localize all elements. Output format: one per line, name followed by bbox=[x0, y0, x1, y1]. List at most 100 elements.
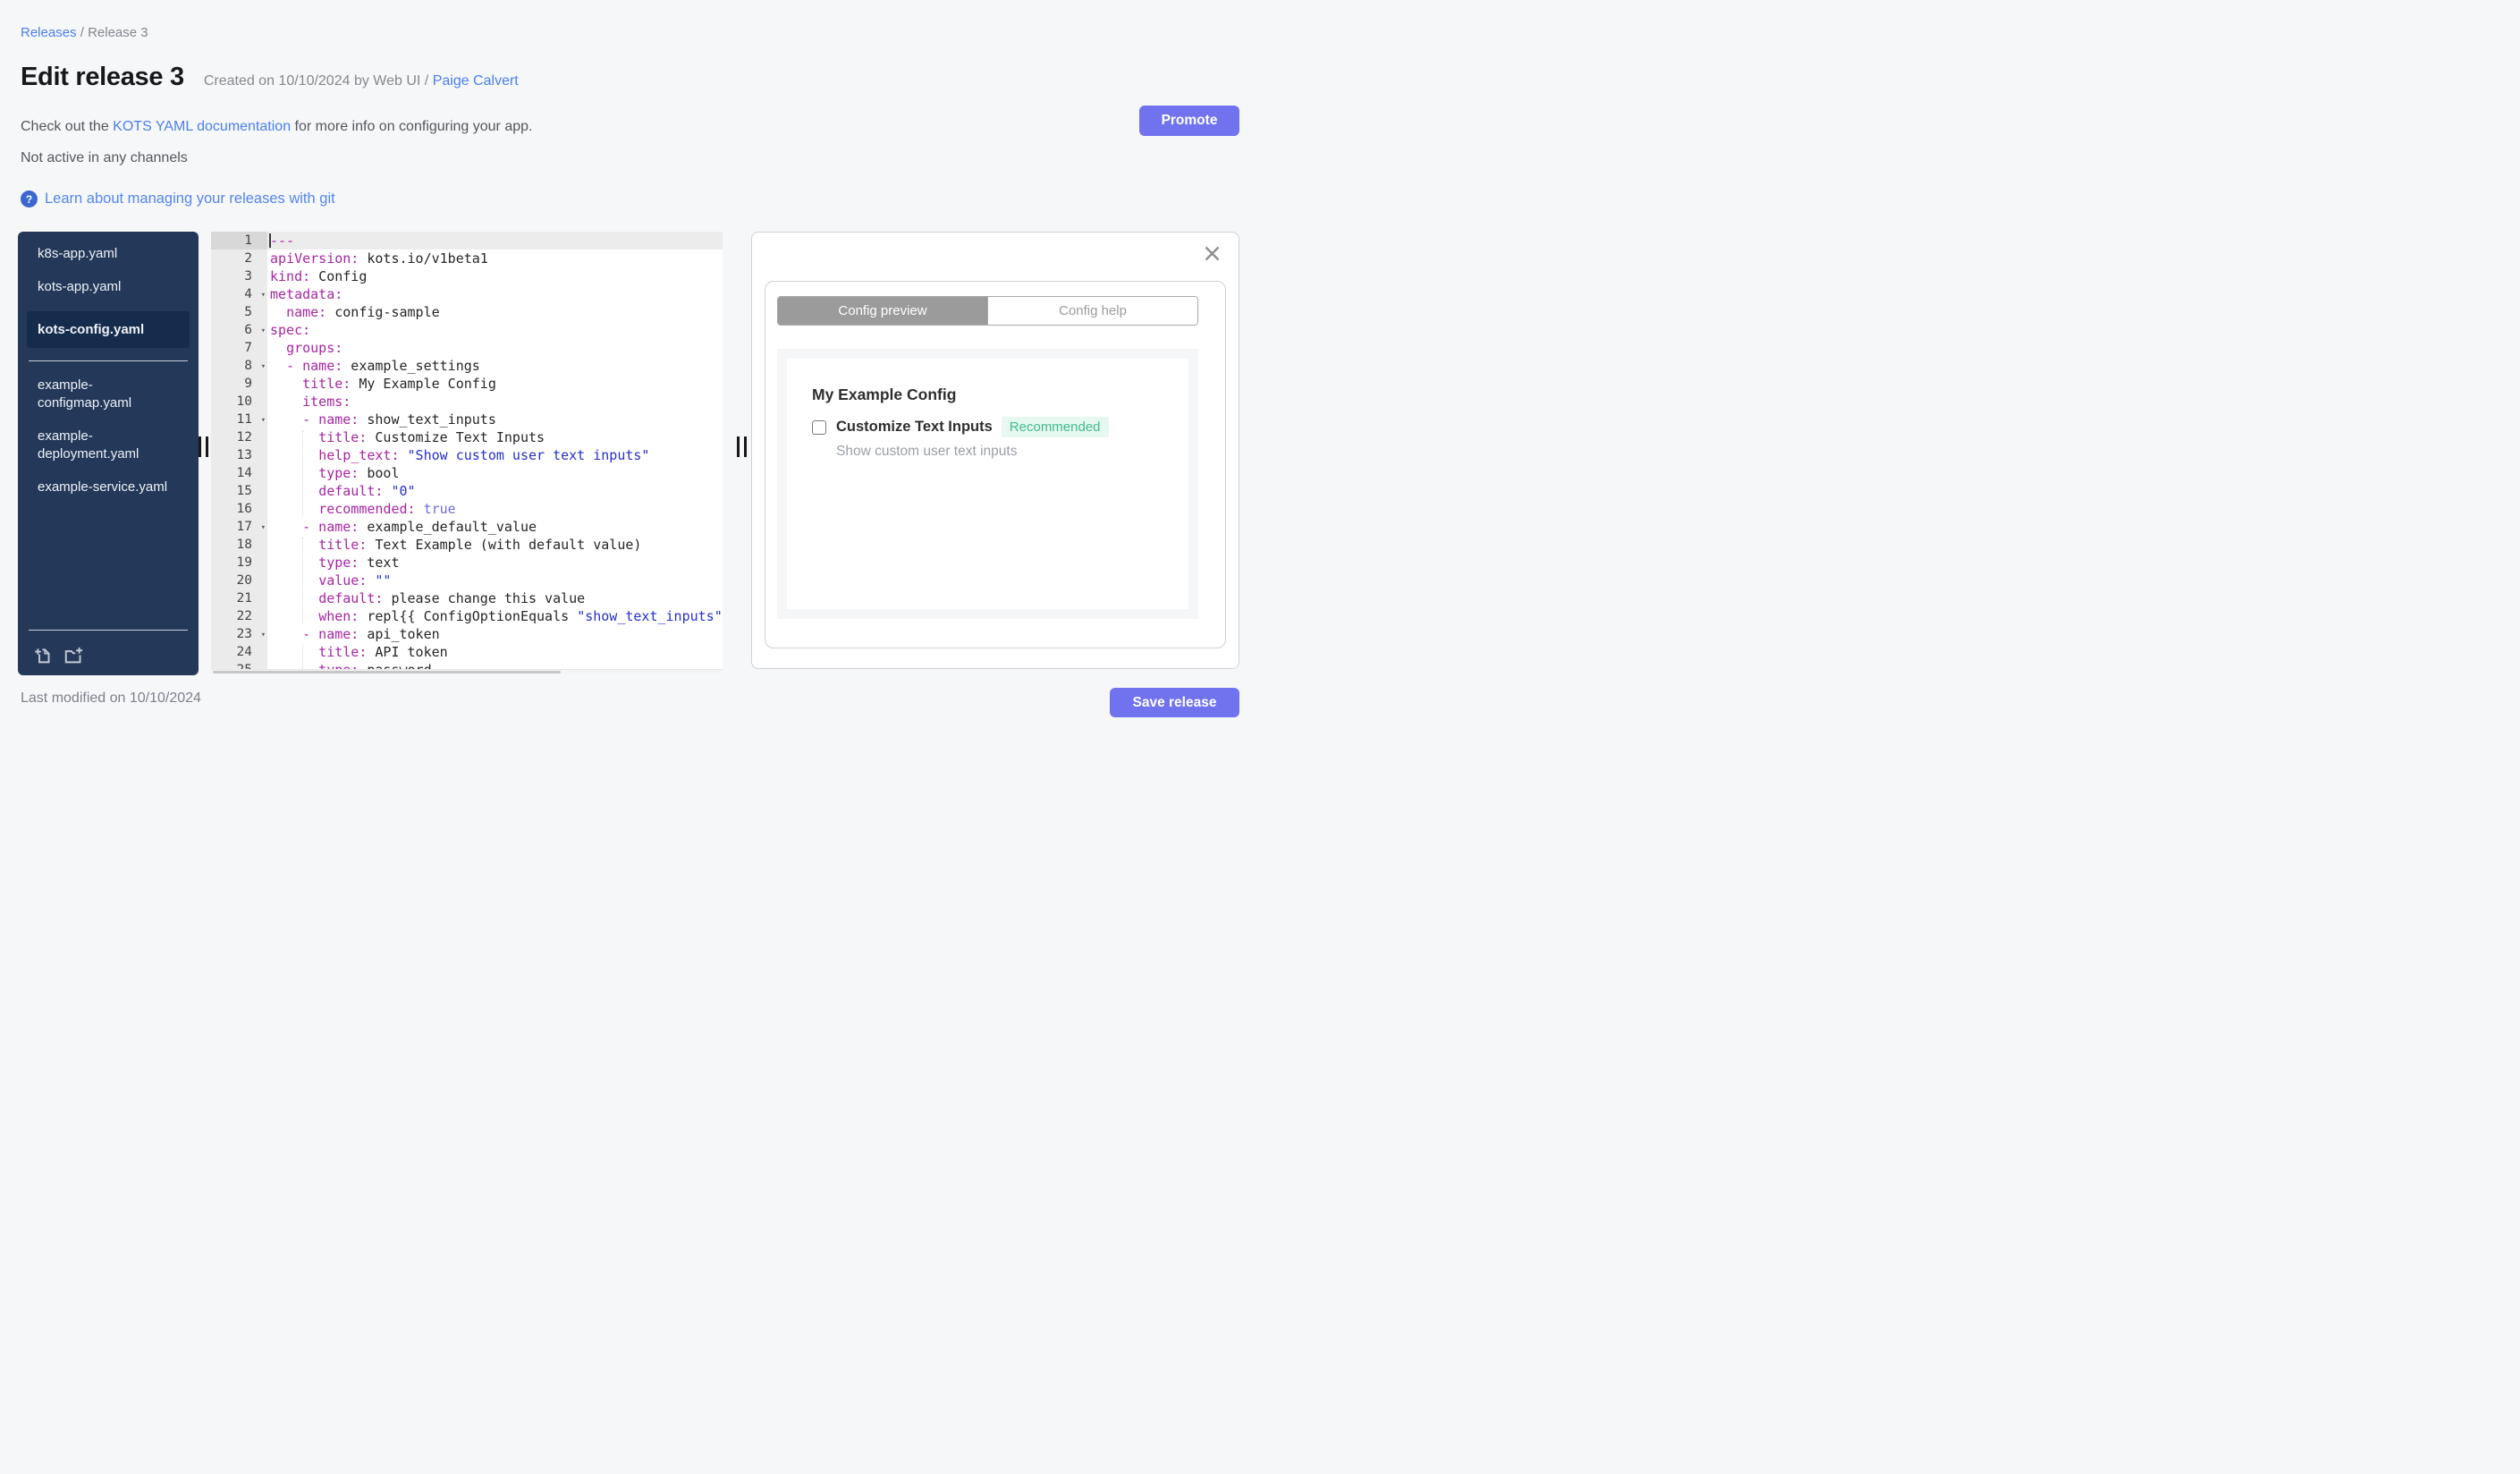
fold-arrow-icon[interactable]: ▾ bbox=[261, 286, 266, 304]
fold-arrow-icon[interactable]: ▾ bbox=[261, 519, 266, 537]
sidebar-file[interactable]: kots-config.yaml bbox=[27, 311, 190, 348]
fold-arrow-icon[interactable]: ▾ bbox=[261, 626, 266, 644]
release-editor-page: Releases / Release 3 Edit release 3 Crea… bbox=[0, 0, 1260, 737]
scrollbar-thumb[interactable] bbox=[213, 671, 561, 673]
code-line[interactable]: - name: show_text_inputs bbox=[267, 411, 723, 428]
git-help-row: ? Learn about managing your releases wit… bbox=[21, 191, 335, 208]
editor-resize-handle[interactable] bbox=[737, 436, 748, 457]
fold-arrow-icon[interactable]: ▾ bbox=[261, 411, 266, 429]
gutter-line[interactable]: 18 bbox=[211, 536, 267, 554]
code-line[interactable]: - name: example_settings bbox=[267, 357, 723, 375]
code-line[interactable]: - name: api_token bbox=[267, 625, 723, 643]
docs-suffix: for more info on configuring your app. bbox=[291, 119, 533, 134]
new-file-icon[interactable] bbox=[33, 646, 52, 665]
gutter-line[interactable]: 9 bbox=[211, 375, 267, 393]
code-line[interactable]: title: API token bbox=[267, 643, 723, 661]
code-line[interactable]: default: please change this value bbox=[267, 589, 723, 607]
config-group-title: My Example Config bbox=[812, 385, 957, 403]
sidebar-file[interactable]: example-deployment.yaml bbox=[18, 428, 199, 463]
sidebar-file[interactable]: example-service.yaml bbox=[18, 479, 199, 496]
code-line[interactable]: name: config-sample bbox=[267, 303, 723, 321]
fold-arrow-icon[interactable]: ▾ bbox=[261, 358, 266, 376]
code-line[interactable]: --- bbox=[267, 232, 723, 250]
sidebar-file[interactable]: example-configmap.yaml bbox=[18, 377, 199, 412]
gutter-line[interactable]: 3 bbox=[211, 267, 267, 285]
git-releases-link[interactable]: Learn about managing your releases with … bbox=[45, 191, 335, 208]
editor-horizontal-scrollbar bbox=[211, 669, 723, 673]
code-line[interactable]: default: "0" bbox=[267, 482, 723, 500]
gutter-line[interactable]: 21 bbox=[211, 589, 267, 607]
tab-config-preview[interactable]: Config preview bbox=[778, 297, 987, 325]
tab-config-help[interactable]: Config help bbox=[987, 297, 1197, 325]
author-link[interactable]: Paige Calvert bbox=[433, 73, 519, 89]
help-icon[interactable]: ? bbox=[21, 191, 38, 208]
sidebar-divider bbox=[29, 360, 188, 361]
indent-guide bbox=[302, 538, 303, 623]
save-release-button[interactable]: Save release bbox=[1110, 688, 1239, 717]
gutter-line[interactable]: 5 bbox=[211, 303, 267, 321]
gutter-line[interactable]: 8 ▾ bbox=[211, 357, 267, 375]
code-line[interactable]: recommended: true bbox=[267, 500, 723, 518]
sidebar-resize-handle[interactable] bbox=[199, 436, 209, 457]
customize-text-inputs-checkbox[interactable] bbox=[812, 419, 826, 435]
code-line[interactable]: value: "" bbox=[267, 572, 723, 589]
gutter-line[interactable]: 11 ▾ bbox=[211, 411, 267, 428]
promote-button[interactable]: Promote bbox=[1139, 106, 1239, 136]
breadcrumb-separator: / bbox=[80, 25, 89, 40]
code-line[interactable]: type: bool bbox=[267, 464, 723, 482]
config-form: My Example Config Customize Text Inputs … bbox=[787, 359, 1188, 609]
sidebar-bottom-divider bbox=[29, 630, 188, 631]
gutter-line[interactable]: 2 bbox=[211, 250, 267, 267]
sidebar-file[interactable]: k8s-app.yaml bbox=[18, 245, 199, 263]
code-line[interactable]: spec: bbox=[267, 321, 723, 339]
code-line[interactable]: type: text bbox=[267, 554, 723, 572]
gutter-line[interactable]: 17 ▾ bbox=[211, 518, 267, 536]
code-line[interactable]: title: Text Example (with default value) bbox=[267, 536, 723, 554]
fold-arrow-icon[interactable]: ▾ bbox=[261, 322, 266, 340]
gutter-line[interactable]: 16 bbox=[211, 500, 267, 518]
code-line[interactable]: kind: Config bbox=[267, 267, 723, 285]
preview-body: My Example Config Customize Text Inputs … bbox=[777, 349, 1198, 619]
gutter-line[interactable]: 7 bbox=[211, 339, 267, 357]
gutter-line[interactable]: 14 bbox=[211, 464, 267, 482]
kots-docs-link[interactable]: KOTS YAML documentation bbox=[113, 119, 291, 134]
title-row: Edit release 3 Created on 10/10/2024 by … bbox=[21, 63, 519, 92]
code-line[interactable]: when: repl{{ ConfigOptionEquals "show_te… bbox=[267, 607, 723, 625]
gutter-line[interactable]: 10 bbox=[211, 393, 267, 411]
code-line[interactable]: title: My Example Config bbox=[267, 375, 723, 393]
breadcrumb-releases-link[interactable]: Releases bbox=[21, 25, 77, 40]
close-icon[interactable] bbox=[1205, 246, 1220, 261]
file-list-bottom: example-configmap.yaml example-deployment… bbox=[18, 377, 199, 496]
sidebar-actions bbox=[33, 646, 84, 665]
code-line[interactable]: apiVersion: kots.io/v1beta1 bbox=[267, 250, 723, 267]
sidebar-file[interactable]: kots-app.yaml bbox=[18, 278, 199, 296]
gutter-line[interactable]: 19 bbox=[211, 554, 267, 572]
code-line[interactable]: metadata: bbox=[267, 285, 723, 303]
gutter-line[interactable]: 13 bbox=[211, 446, 267, 464]
code-line[interactable]: help_text: "Show custom user text inputs… bbox=[267, 446, 723, 464]
code-line[interactable]: groups: bbox=[267, 339, 723, 357]
gutter-line[interactable]: 24 bbox=[211, 643, 267, 661]
preview-tabs: Config preview Config help bbox=[777, 296, 1198, 326]
yaml-editor[interactable]: 1 2 3 4 ▾ 5 6 ▾ 7 8 ▾ 9 10 11 ▾ 12 13 14 15 16 17 ▾ 18 19 20 21 22… bbox=[211, 232, 723, 673]
recommended-badge: Recommended bbox=[1001, 417, 1109, 437]
gutter-line[interactable]: 6 ▾ bbox=[211, 321, 267, 339]
indent-guide bbox=[302, 645, 303, 669]
gutter-line[interactable]: 15 bbox=[211, 482, 267, 500]
gutter-line[interactable]: 12 bbox=[211, 428, 267, 446]
editor-code[interactable]: --- apiVersion: kots.io/v1beta1 kind: Conf… bbox=[267, 232, 723, 673]
config-item-help-text: Show custom user text inputs bbox=[836, 444, 1018, 459]
gutter-line[interactable]: 1 bbox=[211, 232, 267, 250]
new-folder-icon[interactable] bbox=[63, 646, 84, 665]
code-line[interactable]: items: bbox=[267, 393, 723, 411]
code-line[interactable]: title: Customize Text Inputs bbox=[267, 428, 723, 446]
code-line[interactable]: - name: example_default_value bbox=[267, 518, 723, 536]
config-item-row: Customize Text Inputs Recommended bbox=[787, 417, 1188, 437]
gutter-line[interactable]: 20 bbox=[211, 572, 267, 589]
gutter-line[interactable]: 4 ▾ bbox=[211, 285, 267, 303]
gutter-line[interactable]: 22 bbox=[211, 607, 267, 625]
gutter-line[interactable]: 23 ▾ bbox=[211, 625, 267, 643]
last-modified-text: Last modified on 10/10/2024 bbox=[21, 690, 201, 706]
preview-card: Config preview Config help My Example Co… bbox=[765, 281, 1226, 648]
breadcrumb-current: Release 3 bbox=[88, 25, 148, 40]
